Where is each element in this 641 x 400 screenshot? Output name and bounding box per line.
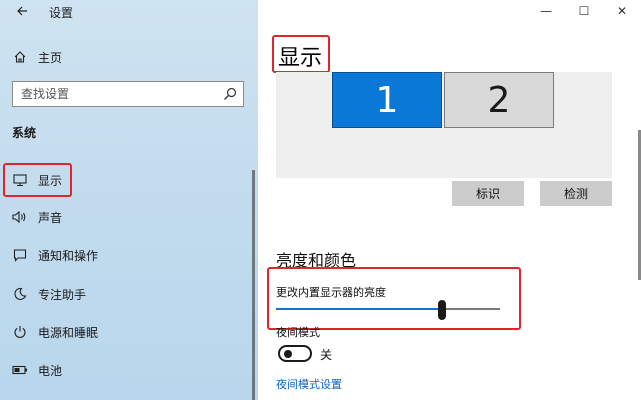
sidebar-item-home[interactable]: 主页 (0, 44, 258, 70)
night-mode-state: 关 (320, 348, 333, 362)
detect-button[interactable]: 检测 (540, 181, 612, 206)
titlebar: 设置 (0, 0, 258, 24)
power-icon (12, 324, 28, 340)
night-mode-label: 夜间模式 (276, 326, 320, 339)
battery-icon (12, 362, 28, 378)
main-content: — ☐ ✕ 显示 1 2 标识 检测 亮度和颜色 更改内置显示器的亮度 夜间模式… (258, 0, 641, 400)
sidebar-item-label: 主页 (38, 50, 63, 65)
maximize-button[interactable]: ☐ (565, 0, 603, 22)
section-header: 系统 (12, 126, 37, 140)
sidebar-item-label: 通知和操作 (38, 248, 99, 263)
display-highlight-box (3, 163, 72, 197)
moon-icon (12, 286, 28, 302)
sidebar-item-notifications[interactable]: 通知和操作 (0, 240, 258, 270)
monitor-1[interactable]: 1 (332, 72, 442, 128)
speaker-icon (12, 209, 28, 225)
sidebar-item-power-sleep[interactable]: 电源和睡眠 (0, 317, 258, 347)
brightness-slider-fill (276, 308, 442, 310)
sidebar-item-label: 专注助手 (38, 287, 87, 302)
page-title: 显示 (278, 46, 323, 71)
search-input[interactable] (13, 82, 213, 106)
toggle-knob (284, 350, 292, 358)
search-box (12, 81, 244, 107)
window-controls: — ☐ ✕ (527, 0, 641, 22)
sidebar-item-focus-assist[interactable]: 专注助手 (0, 279, 258, 309)
identify-button[interactable]: 标识 (452, 181, 524, 206)
minimize-button[interactable]: — (527, 0, 565, 22)
night-mode-settings-link[interactable]: 夜间模式设置 (276, 376, 342, 392)
sidebar: 设置 主页 系统 显示 声音 通知和操作 专注助手 (0, 0, 258, 400)
sidebar-item-battery[interactable]: 电池 (0, 355, 258, 385)
notification-icon (12, 247, 28, 263)
close-button[interactable]: ✕ (603, 0, 641, 22)
sidebar-item-sound[interactable]: 声音 (0, 202, 258, 232)
sidebar-item-label: 电池 (38, 363, 63, 378)
display-arrangement: 1 2 (276, 72, 612, 178)
app-title: 设置 (49, 6, 74, 20)
monitor-2[interactable]: 2 (444, 72, 554, 128)
sidebar-item-label: 电源和睡眠 (38, 325, 99, 340)
search-icon[interactable] (223, 87, 237, 101)
sidebar-scrollbar[interactable] (252, 170, 255, 400)
sidebar-item-label: 声音 (38, 210, 63, 225)
back-arrow-icon (17, 6, 27, 16)
brightness-label: 更改内置显示器的亮度 (276, 286, 386, 299)
home-icon (12, 49, 28, 65)
brightness-slider-track[interactable] (276, 308, 500, 310)
back-button[interactable] (12, 2, 32, 20)
brightness-slider-thumb[interactable] (437, 300, 446, 320)
page-title-highlight-box: 显示 (272, 35, 330, 73)
night-mode-toggle[interactable] (278, 345, 312, 362)
